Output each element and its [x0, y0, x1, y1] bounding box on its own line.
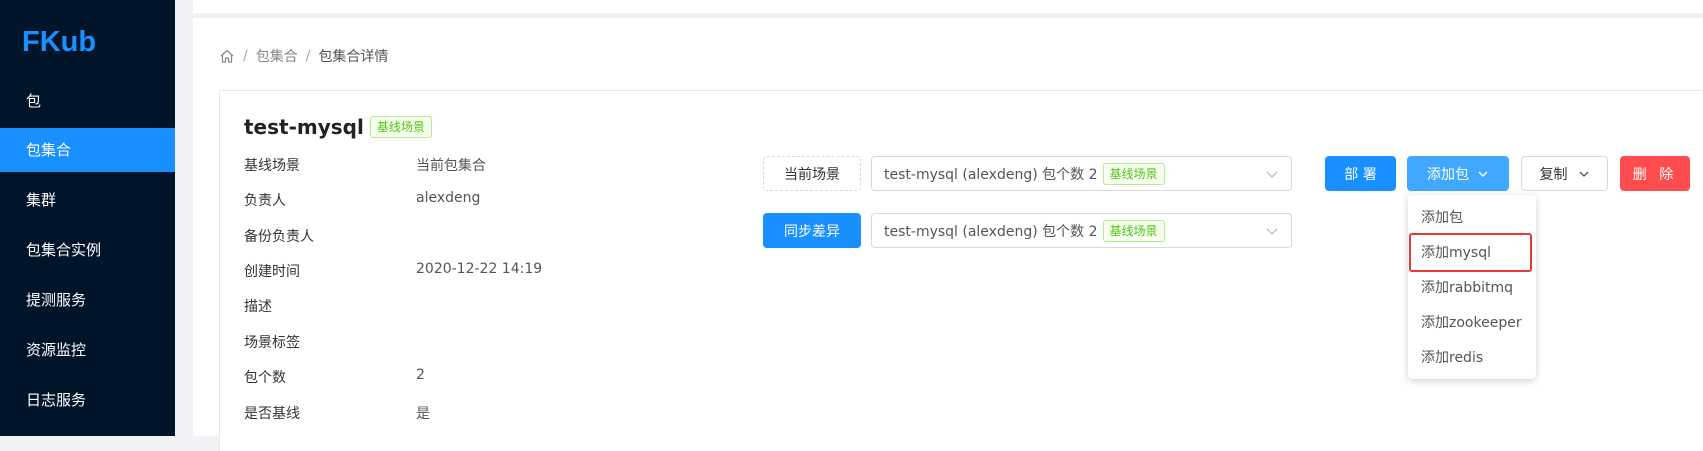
- sidebar-item-log-service[interactable]: 日志服务: [0, 378, 175, 422]
- menu-item-add-rabbitmq[interactable]: 添加rabbitmq: [1408, 271, 1536, 305]
- chevron-down-icon: [1266, 228, 1278, 235]
- sync-scene-select[interactable]: test-mysql (alexdeng) 包个数 2 基线场景: [871, 213, 1292, 248]
- field-value-baseline: 当前包集合: [416, 158, 486, 174]
- current-scene-select-tag: 基线场景: [1102, 162, 1165, 185]
- sync-scene-select-value: test-mysql (alexdeng) 包个数 2: [884, 223, 1098, 240]
- sync-diff-button[interactable]: 同步差异: [763, 213, 861, 248]
- delete-button[interactable]: 删 除: [1620, 156, 1690, 191]
- field-value-created-time: 2020-12-22 14:19: [416, 261, 543, 277]
- sidebar-item-collection-instance[interactable]: 包集合实例: [0, 228, 175, 272]
- breadcrumb-item-collection[interactable]: 包集合: [256, 46, 298, 66]
- field-label-scene-tags: 场景标签: [244, 335, 300, 351]
- field-value-is-baseline: 是: [416, 406, 430, 422]
- chevron-down-icon: [1478, 171, 1488, 177]
- current-scene-select-value: test-mysql (alexdeng) 包个数 2: [884, 166, 1098, 183]
- field-label-baseline: 基线场景: [244, 158, 300, 174]
- sidebar-item-resource-monitor[interactable]: 资源监控: [0, 328, 175, 372]
- menu-item-add-mysql[interactable]: 添加mysql: [1408, 236, 1536, 270]
- add-package-button[interactable]: 添加包: [1407, 156, 1509, 191]
- app-logo[interactable]: FKub: [22, 26, 96, 59]
- add-package-dropdown: 添加包 添加mysql 添加rabbitmq 添加zookeeper 添加red…: [1408, 195, 1536, 379]
- field-label-package-count: 包个数: [244, 370, 286, 386]
- field-label-created-time: 创建时间: [244, 264, 300, 280]
- menu-item-add-package[interactable]: 添加包: [1408, 201, 1536, 235]
- sidebar-item-test-service[interactable]: 提测服务: [0, 278, 175, 322]
- deploy-button[interactable]: 部 署: [1325, 156, 1396, 191]
- chevron-down-icon: [1266, 171, 1278, 178]
- field-label-description: 描述: [244, 299, 272, 315]
- field-value-owner: alexdeng: [416, 190, 481, 206]
- sidebar-item-cluster[interactable]: 集群: [0, 178, 175, 222]
- breadcrumb: / 包集合 / 包集合详情: [219, 46, 388, 66]
- sidebar-item-package-collection[interactable]: 包集合: [0, 128, 175, 172]
- field-label-owner: 负责人: [244, 193, 286, 209]
- breadcrumb-item-current: 包集合详情: [318, 49, 389, 65]
- collection-name: test-mysql: [244, 115, 364, 139]
- field-label-backup-owner: 备份负责人: [244, 229, 314, 245]
- sidebar-item-package[interactable]: 包: [0, 79, 175, 123]
- top-bar: [193, 0, 1703, 13]
- page-title: test-mysql 基线场景: [244, 115, 432, 139]
- sync-scene-select-tag: 基线场景: [1102, 219, 1165, 242]
- copy-button-label: 复制: [1539, 166, 1568, 183]
- breadcrumb-separator: /: [243, 48, 248, 64]
- breadcrumb-separator: /: [305, 48, 311, 64]
- menu-item-add-redis[interactable]: 添加redis: [1408, 341, 1536, 375]
- copy-button[interactable]: 复制: [1521, 156, 1608, 191]
- sidebar: FKub 包 包集合 集群 包集合实例 提测服务 资源监控 日志服务: [0, 0, 175, 436]
- chevron-down-icon: [1579, 171, 1588, 177]
- baseline-tag: 基线场景: [369, 116, 432, 138]
- menu-item-add-zookeeper[interactable]: 添加zookeeper: [1408, 306, 1536, 340]
- home-icon[interactable]: [219, 48, 235, 64]
- add-package-button-label: 添加包: [1427, 166, 1469, 183]
- current-scene-button[interactable]: 当前场景: [763, 156, 861, 191]
- field-label-is-baseline: 是否基线: [244, 406, 300, 422]
- field-value-package-count: 2: [416, 367, 425, 383]
- current-scene-select[interactable]: test-mysql (alexdeng) 包个数 2 基线场景: [871, 156, 1292, 191]
